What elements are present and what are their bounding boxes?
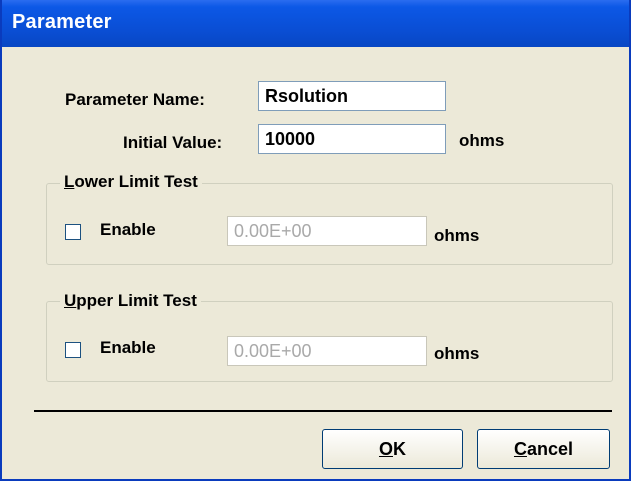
ok-button[interactable]: OK xyxy=(322,429,463,469)
upper-limit-input[interactable]: 0.00E+00 xyxy=(227,336,427,366)
upper-limit-test-legend: Upper Limit Test xyxy=(60,291,201,311)
parameter-dialog: Parameter Parameter Name: Rsolution Init… xyxy=(0,0,631,481)
initial-value-label: Initial Value: xyxy=(123,133,223,152)
parameter-name-input[interactable]: Rsolution xyxy=(258,81,446,111)
window-title: Parameter xyxy=(12,11,112,33)
parameter-name-label: Parameter Name: xyxy=(65,90,205,109)
separator-line xyxy=(34,410,612,412)
cancel-mnemonic: C xyxy=(513,438,527,459)
initial-value-unit: ohms xyxy=(459,131,505,150)
upper-legend-mnemonic: U xyxy=(64,291,77,310)
ok-mnemonic: O xyxy=(378,438,393,459)
lower-legend-text: ower Limit Test xyxy=(74,172,198,191)
lower-legend-mnemonic: L xyxy=(64,172,75,191)
cancel-button[interactable]: Cancel xyxy=(477,429,610,469)
cancel-label: ancel xyxy=(526,438,574,459)
title-bar[interactable]: Parameter xyxy=(2,0,629,47)
lower-enable-label[interactable]: Enable xyxy=(100,220,156,240)
lower-enable-checkbox[interactable] xyxy=(65,224,81,240)
upper-legend-text: pper Limit Test xyxy=(76,291,197,310)
upper-limit-unit: ohms xyxy=(434,344,480,363)
lower-limit-unit: ohms xyxy=(434,226,480,245)
lower-limit-input[interactable]: 0.00E+00 xyxy=(227,216,427,246)
initial-value-input[interactable]: 10000 xyxy=(258,124,446,154)
ok-label: K xyxy=(393,438,406,459)
lower-limit-test-legend: Lower Limit Test xyxy=(60,172,202,192)
upper-enable-label[interactable]: Enable xyxy=(100,338,156,358)
upper-enable-checkbox[interactable] xyxy=(65,342,81,358)
